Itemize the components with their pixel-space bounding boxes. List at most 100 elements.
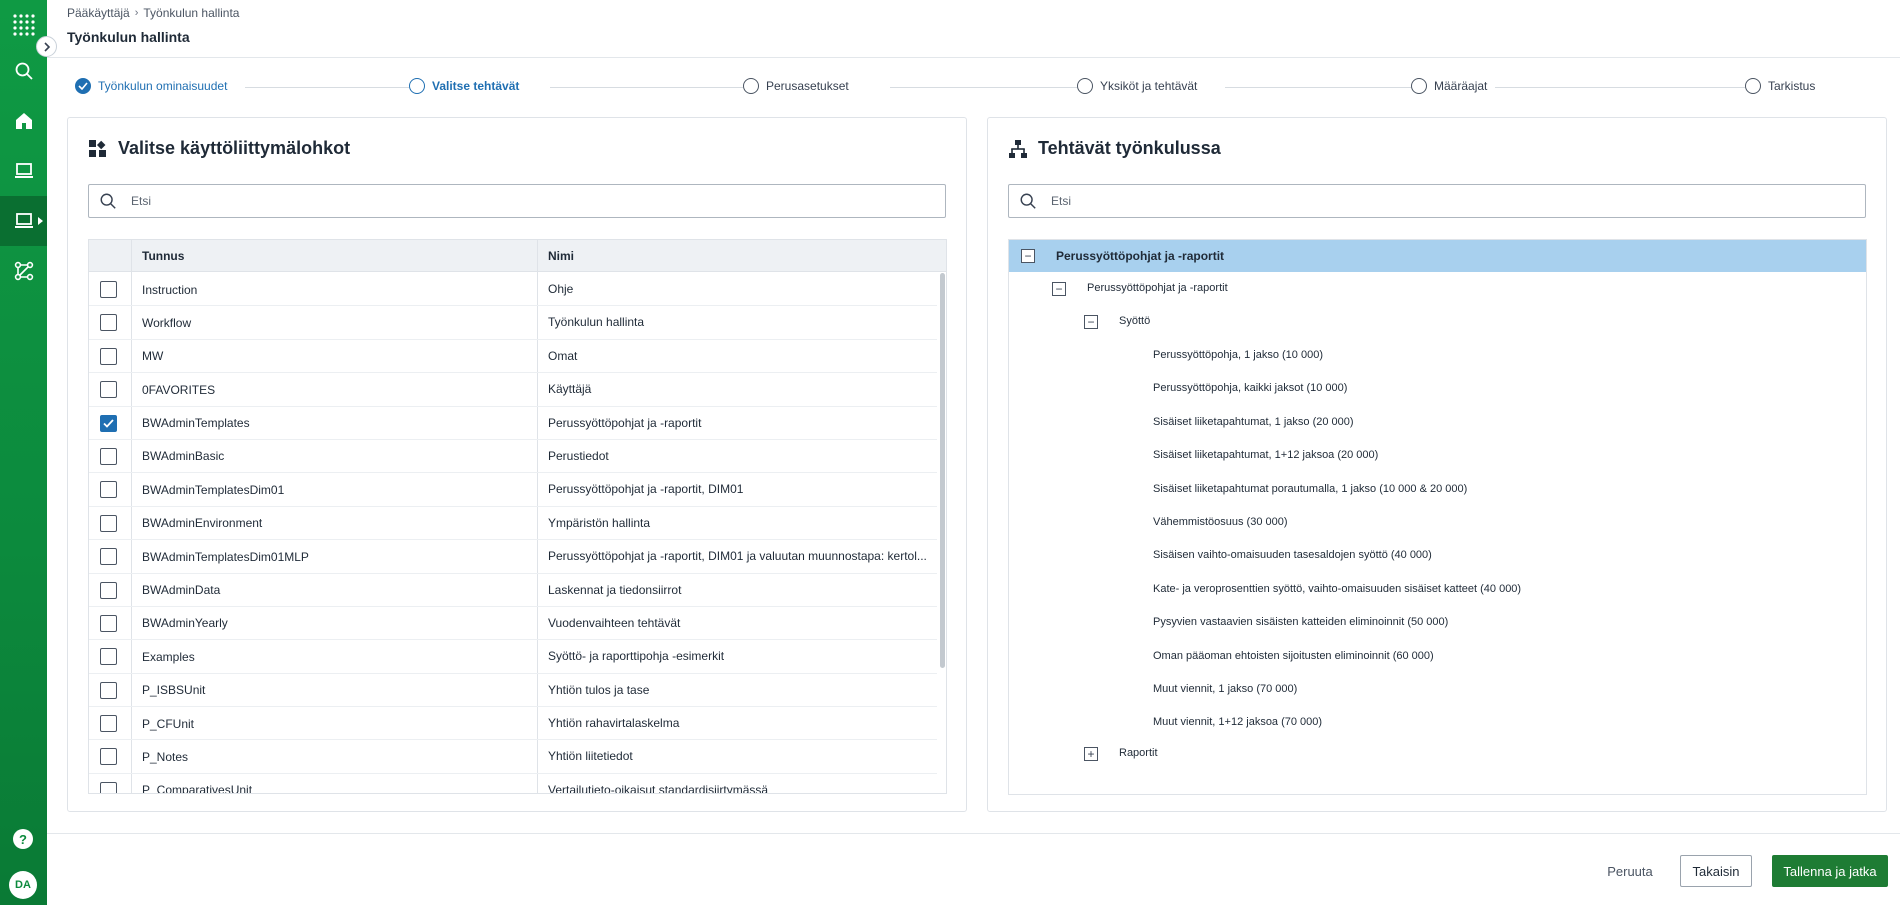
tree-node-root[interactable]: − Perussyöttöpohjat ja -raportit — [1009, 240, 1866, 272]
avatar[interactable]: DA — [9, 871, 37, 899]
step-label: Työnkulun ominaisuudet — [98, 79, 228, 93]
column-header-id[interactable]: Tunnus — [142, 240, 184, 272]
save-and-continue-button[interactable]: Tallenna ja jatka — [1772, 855, 1888, 887]
cell-id: P_CFUnit — [142, 716, 195, 731]
table-row[interactable]: MW Omat — [89, 340, 937, 374]
cell-id: BWAdminEnvironment — [142, 516, 263, 531]
step-basic-settings[interactable]: Perusasetukset — [743, 78, 857, 94]
collapse-icon[interactable]: − — [1084, 315, 1098, 329]
table-row[interactable]: Instruction Ohje — [89, 273, 937, 307]
cell-id: BWAdminYearly — [142, 616, 228, 631]
row-checkbox[interactable] — [100, 648, 117, 666]
cell-name: Perussyöttöpohjat ja -raportit — [548, 415, 702, 430]
row-checkbox[interactable] — [100, 447, 117, 465]
cell-name: Yhtiön liitetiedot — [548, 749, 633, 764]
cancel-button[interactable]: Peruuta — [1600, 855, 1660, 887]
table-row[interactable]: P_ISBSUnit Yhtiön tulos ja tase — [89, 674, 937, 708]
chevron-right-icon — [43, 41, 50, 52]
tree-leaf-task[interactable]: Kate- ja veroprosenttien syöttö, vaihto-… — [1153, 583, 1521, 595]
search-input[interactable] — [1051, 194, 1831, 208]
tree-leaf-task[interactable]: Vähemmistöosuus (30 000) — [1153, 516, 1288, 528]
tree-node-child[interactable]: Perussyöttöpohjat ja -raportit — [1087, 282, 1228, 294]
table-row[interactable]: BWAdminBasic Perustiedot — [89, 440, 937, 474]
step-workflow-properties[interactable]: Työnkulun ominaisuudet — [75, 78, 236, 94]
sidebar-expand-button[interactable] — [36, 36, 57, 57]
row-checkbox[interactable] — [100, 681, 117, 699]
back-button[interactable]: Takaisin — [1680, 855, 1752, 887]
expand-icon[interactable]: + — [1084, 747, 1098, 761]
step-circle-icon — [409, 78, 425, 94]
table-row[interactable]: BWAdminYearly Vuodenvaihteen tehtävät — [89, 607, 937, 641]
help-icon[interactable]: ? — [13, 829, 33, 849]
tasks-search[interactable] — [1008, 184, 1866, 218]
cell-id: MW — [142, 349, 164, 364]
collapse-icon[interactable]: − — [1021, 249, 1035, 263]
tree-leaf-task[interactable]: Pysyvien vastaavien sisäisten katteiden … — [1153, 616, 1448, 628]
table-row[interactable]: BWAdminData Laskennat ja tiedonsiirrot — [89, 574, 937, 607]
row-checkbox[interactable] — [100, 514, 117, 532]
table-row[interactable]: P_Notes Yhtiön liitetiedot — [89, 740, 937, 774]
breadcrumb-parent[interactable]: Pääkäyttäjä — [67, 6, 130, 20]
breadcrumb: Pääkäyttäjä › Työnkulun hallinta — [67, 6, 239, 20]
table-row[interactable]: 0FAVORITES Käyttäjä — [89, 373, 937, 407]
table-row[interactable]: P_ComparativesUnit Vertailutieto-oikaisut… — [89, 774, 937, 793]
cell-id: P_ISBSUnit — [142, 683, 206, 698]
tree-node-reports[interactable]: Raportit — [1119, 747, 1158, 759]
table-row[interactable]: Workflow Työnkulun hallinta — [89, 306, 937, 340]
row-checkbox[interactable] — [100, 548, 117, 566]
row-checkbox[interactable] — [100, 347, 117, 365]
row-checkbox[interactable] — [100, 781, 117, 793]
table-body: Instruction Ohje Workflow Työnkulun hallint… — [89, 273, 937, 793]
row-checkbox[interactable] — [100, 715, 117, 733]
hierarchy-icon — [1009, 139, 1027, 158]
cell-name: Ympäristön hallinta — [548, 515, 651, 530]
row-checkbox[interactable] — [100, 281, 117, 298]
tree-leaf-task[interactable]: Muut viennit, 1 jakso (70 000) — [1153, 683, 1297, 695]
scrollbar-thumb[interactable] — [940, 273, 945, 668]
row-checkbox[interactable] — [100, 748, 117, 766]
row-checkbox[interactable] — [100, 314, 117, 332]
tree-leaf-task[interactable]: Sisäiset liiketapahtumat porautumalla, 1… — [1153, 483, 1467, 495]
row-checkbox[interactable] — [100, 414, 117, 432]
panel-title: Tehtävät työnkulussa — [1038, 138, 1221, 158]
step-deadlines[interactable]: Määräajat — [1411, 78, 1496, 94]
cell-name: Perussyöttöpohjat ja -raportit, DIM01 ja… — [548, 549, 927, 564]
collapse-icon[interactable]: − — [1052, 282, 1066, 296]
table-row[interactable]: BWAdminTemplates Perussyöttöpohjat ja -ra… — [89, 407, 937, 440]
table-row[interactable]: P_CFUnit Yhtiön rahavirtalaskelma — [89, 707, 937, 741]
row-checkbox[interactable] — [100, 581, 117, 599]
tree-leaf-task[interactable]: Muut viennit, 1+12 jaksoa (70 000) — [1153, 716, 1322, 728]
row-checkbox[interactable] — [100, 381, 117, 399]
row-checkbox[interactable] — [100, 614, 117, 632]
tree-leaf-task[interactable]: Perussyöttöpohja, kaikki jaksot (10 000) — [1153, 382, 1347, 394]
step-select-tasks[interactable]: Valitse tehtävät — [409, 78, 528, 94]
table-scrollbar[interactable] — [940, 273, 945, 783]
table-row[interactable]: BWAdminTemplatesDim01MLP Perussyöttöpohja… — [89, 540, 937, 574]
cell-name: Syöttö- ja raporttipohja -esimerkit — [548, 649, 725, 664]
step-circle-icon — [1745, 78, 1761, 94]
workflow-icon[interactable] — [0, 246, 47, 296]
sidebar: ? DA — [0, 0, 47, 905]
ui-blocks-table: Tunnus Nimi Instruction Ohje Workflow Työnk… — [88, 239, 947, 794]
footer-divider — [47, 833, 1900, 834]
tree-leaf-task[interactable]: Perussyöttöpohja, 1 jakso (10 000) — [1153, 349, 1323, 361]
tree-leaf-task[interactable]: Sisäisen vaihto-omaisuuden tasesaldojen … — [1153, 549, 1432, 561]
laptop-icon[interactable] — [0, 146, 47, 196]
row-checkbox[interactable] — [100, 481, 117, 499]
ui-blocks-search[interactable] — [88, 184, 946, 218]
ui-blocks-panel: Valitse käyttöliittymälohkot Tunnus Nimi… — [67, 117, 967, 812]
table-row[interactable]: Examples Syöttö- ja raporttipohja -esimer… — [89, 640, 937, 674]
home-icon[interactable] — [0, 96, 47, 146]
tree-leaf-task[interactable]: Oman pääoman ehtoisten sijoitusten elimi… — [1153, 650, 1434, 662]
column-header-name[interactable]: Nimi — [548, 240, 574, 272]
table-row[interactable]: BWAdminEnvironment Ympäristön hallinta — [89, 507, 937, 541]
step-review[interactable]: Tarkistus — [1745, 78, 1824, 94]
search-input[interactable] — [131, 194, 911, 208]
tree-leaf-task[interactable]: Sisäiset liiketapahtumat, 1 jakso (20 00… — [1153, 416, 1354, 428]
tree-leaf-task[interactable]: Sisäiset liiketapahtumat, 1+12 jaksoa (2… — [1153, 449, 1378, 461]
table-row[interactable]: BWAdminTemplatesDim01 Perussyöttöpohjat j… — [89, 473, 937, 507]
cell-id: Workflow — [142, 315, 192, 330]
tree-node-input[interactable]: Syöttö — [1119, 315, 1150, 327]
step-units-and-tasks[interactable]: Yksiköt ja tehtävät — [1077, 78, 1206, 94]
laptop-active-icon[interactable] — [0, 196, 47, 246]
